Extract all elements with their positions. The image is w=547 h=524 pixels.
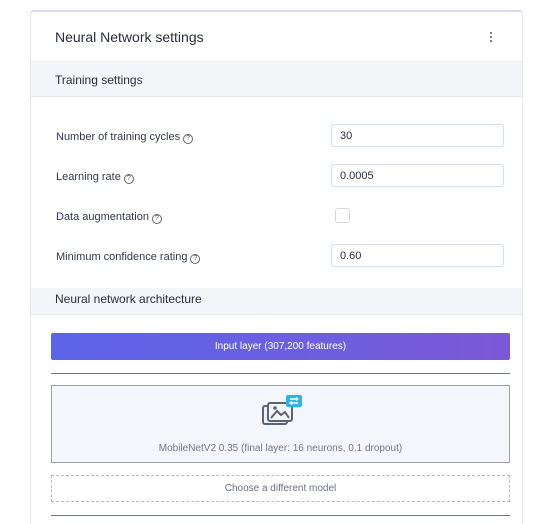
data-augmentation-checkbox[interactable]	[335, 208, 350, 223]
training-cycles-input[interactable]	[331, 124, 504, 147]
training-settings-title: Training settings	[55, 73, 143, 87]
help-icon[interactable]: ?	[190, 254, 201, 264]
divider	[51, 373, 510, 374]
model-block[interactable]: MobileNetV2 0.35 (final layer: 16 neuron…	[51, 385, 510, 463]
help-icon[interactable]: ?	[183, 134, 194, 144]
neural-network-settings-card: Neural Network settings Training setting…	[30, 10, 523, 524]
help-icon[interactable]: ?	[151, 214, 162, 224]
model-name: MobileNetV2 0.35 (final layer: 16 neuron…	[158, 443, 403, 454]
input-layer-block[interactable]: Input layer (307,200 features)	[51, 333, 510, 360]
learning-rate-input[interactable]	[331, 164, 504, 187]
kebab-menu-icon[interactable]	[489, 32, 493, 44]
confidence-label: Minimum confidence rating?	[56, 251, 201, 264]
learning-rate-row: Learning rate?	[31, 164, 522, 190]
data-augmentation-label: Data augmentation?	[56, 211, 162, 224]
confidence-row: Minimum confidence rating?	[31, 244, 522, 270]
training-settings-header: Training settings	[31, 62, 522, 96]
choose-model-button[interactable]: Choose a different model	[51, 475, 510, 502]
divider	[51, 515, 510, 516]
training-cycles-row: Number of training cycles?	[31, 124, 522, 150]
image-model-icon	[262, 395, 302, 425]
training-settings-panel: Number of training cycles? Learning rate…	[31, 96, 522, 288]
data-augmentation-row: Data augmentation?	[31, 204, 522, 230]
architecture-title: Neural network architecture	[55, 292, 202, 306]
learning-rate-label: Learning rate?	[56, 171, 134, 184]
card-header: Neural Network settings	[31, 12, 522, 62]
training-cycles-label: Number of training cycles?	[56, 131, 194, 144]
architecture-panel: Input layer (307,200 features) MobileNet…	[31, 314, 522, 524]
confidence-input[interactable]	[331, 244, 504, 267]
architecture-header: Neural network architecture	[31, 288, 522, 314]
help-icon[interactable]: ?	[123, 174, 134, 184]
card-title: Neural Network settings	[55, 29, 204, 45]
